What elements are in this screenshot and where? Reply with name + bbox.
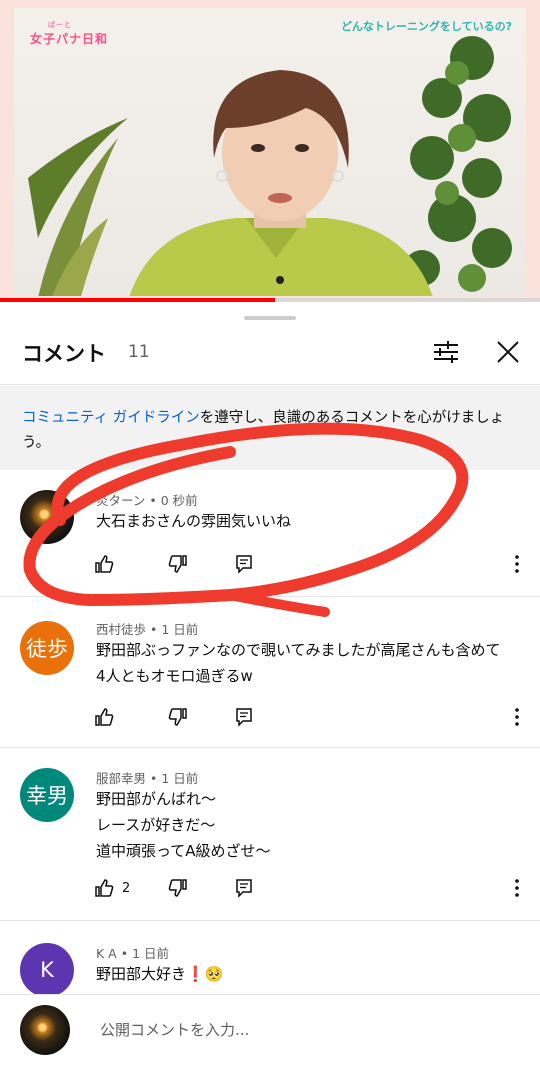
avatar[interactable]: 幸男 (20, 768, 74, 822)
comment-text: 野田部大好き❗🥺 (96, 965, 224, 983)
drag-handle[interactable] (244, 316, 296, 320)
reply-icon (236, 708, 252, 727)
comment-meta: K A • 1 日前 (96, 946, 169, 961)
comment-input[interactable]: 公開コメントを入力... (100, 1019, 249, 1040)
video-caption: どんなトレーニングをしているの? (340, 20, 512, 33)
thumbs-down-icon (168, 555, 187, 573)
comment-item: 炎ターン • 0 秒前 大石まおさんの雰囲気いいね (0, 470, 540, 596)
avatar[interactable]: 徒歩 (20, 621, 74, 675)
thumbs-up-icon (95, 708, 114, 726)
more-options-button[interactable] (510, 876, 524, 900)
close-button[interactable] (492, 336, 524, 368)
thumbs-down-icon (168, 879, 187, 897)
comment-time: 1 日前 (161, 771, 199, 786)
comments-count: 11 (128, 342, 150, 362)
vertical-dots-icon (515, 879, 519, 897)
like-button[interactable] (94, 552, 114, 576)
reply-button[interactable] (234, 876, 254, 900)
comments-header: コメント 11 (0, 328, 540, 384)
thumbs-down-icon (168, 708, 187, 726)
sort-filter-button[interactable] (430, 336, 462, 368)
reply-button[interactable] (234, 552, 254, 576)
community-guidelines-link[interactable]: コミュニティ ガイドライン (22, 410, 200, 426)
comment-composer: 公開コメントを入力... (0, 994, 540, 1066)
comment-actions (94, 705, 524, 729)
comment-text: 野田部がんばれ〜 レースが好きだ〜 道中頑張ってA級めざせ〜 (96, 790, 271, 860)
comment-author[interactable]: K A (96, 946, 117, 961)
channel-logo: ぱーと 女子パナ日和 (30, 20, 108, 47)
logo-text: 女子パナ日和 (30, 32, 109, 46)
comments-sheet: コメント 11 コミュニティ ガイドラインを遵守し、良識のあるコメントを心がけま… (0, 302, 540, 1066)
dislike-button[interactable] (168, 552, 188, 576)
guidelines-notice: コミュニティ ガイドラインを遵守し、良識のあるコメントを心がけましょう。 (0, 386, 540, 470)
more-options-button[interactable] (510, 705, 524, 729)
thumbs-up-icon (95, 555, 114, 573)
comment-actions: 2 (94, 876, 524, 900)
sliders-icon (434, 341, 458, 363)
comment-item: 幸男 服部幸男 • 1 日前 野田部がんばれ〜 レースが好きだ〜 道中頑張ってA… (0, 748, 540, 920)
comment-meta: 炎ターン • 0 秒前 (96, 493, 198, 508)
thumbs-up-icon (95, 879, 114, 897)
comment-item: K K A • 1 日前 野田部大好き❗🥺 (0, 921, 540, 994)
comment-time: 0 秒前 (160, 493, 198, 508)
comments-title: コメント (22, 342, 106, 366)
reply-button[interactable] (234, 705, 254, 729)
like-button[interactable]: 2 (94, 876, 130, 900)
comment-meta: 服部幸男 • 1 日前 (96, 771, 199, 786)
video-player[interactable]: ぱーと 女子パナ日和 どんなトレーニングをしているの? (0, 0, 540, 300)
comment-text: 大石まおさんの雰囲気いいね (96, 512, 292, 530)
avatar[interactable]: K (20, 943, 74, 994)
video-frame: ぱーと 女子パナ日和 どんなトレーニングをしているの? (14, 8, 526, 296)
comment-author[interactable]: 炎ターン (96, 493, 145, 508)
comment-text: 野田部ぶっファンなので覗いてみましたが高尾さんも含めて 4人ともオモロ過ぎるw (96, 641, 501, 685)
dislike-button[interactable] (168, 705, 188, 729)
user-avatar (20, 1005, 70, 1055)
dislike-button[interactable] (168, 876, 188, 900)
vertical-dots-icon (515, 708, 519, 726)
comment-author[interactable]: 西村徒歩 (96, 622, 146, 637)
comment-author[interactable]: 服部幸男 (96, 771, 146, 786)
like-count: 2 (122, 880, 131, 896)
logo-small-text: ぱーと (48, 21, 72, 29)
header-divider (0, 384, 540, 385)
comment-time: 1 日前 (132, 946, 169, 961)
avatar[interactable] (20, 490, 74, 544)
reply-icon (236, 555, 252, 574)
plant-left-image (28, 118, 128, 296)
comment-time: 1 日前 (161, 622, 199, 637)
presenter-image (129, 70, 433, 296)
comment-actions (94, 552, 524, 576)
comment-meta: 西村徒歩 • 1 日前 (96, 622, 199, 637)
comment-item: 徒歩 西村徒歩 • 1 日前 野田部ぶっファンなので覗いてみましたが高尾さんも含… (0, 597, 540, 747)
more-options-button[interactable] (510, 552, 524, 576)
like-button[interactable] (94, 705, 114, 729)
vertical-dots-icon (515, 555, 519, 573)
close-icon (497, 341, 519, 363)
reply-icon (236, 879, 252, 898)
